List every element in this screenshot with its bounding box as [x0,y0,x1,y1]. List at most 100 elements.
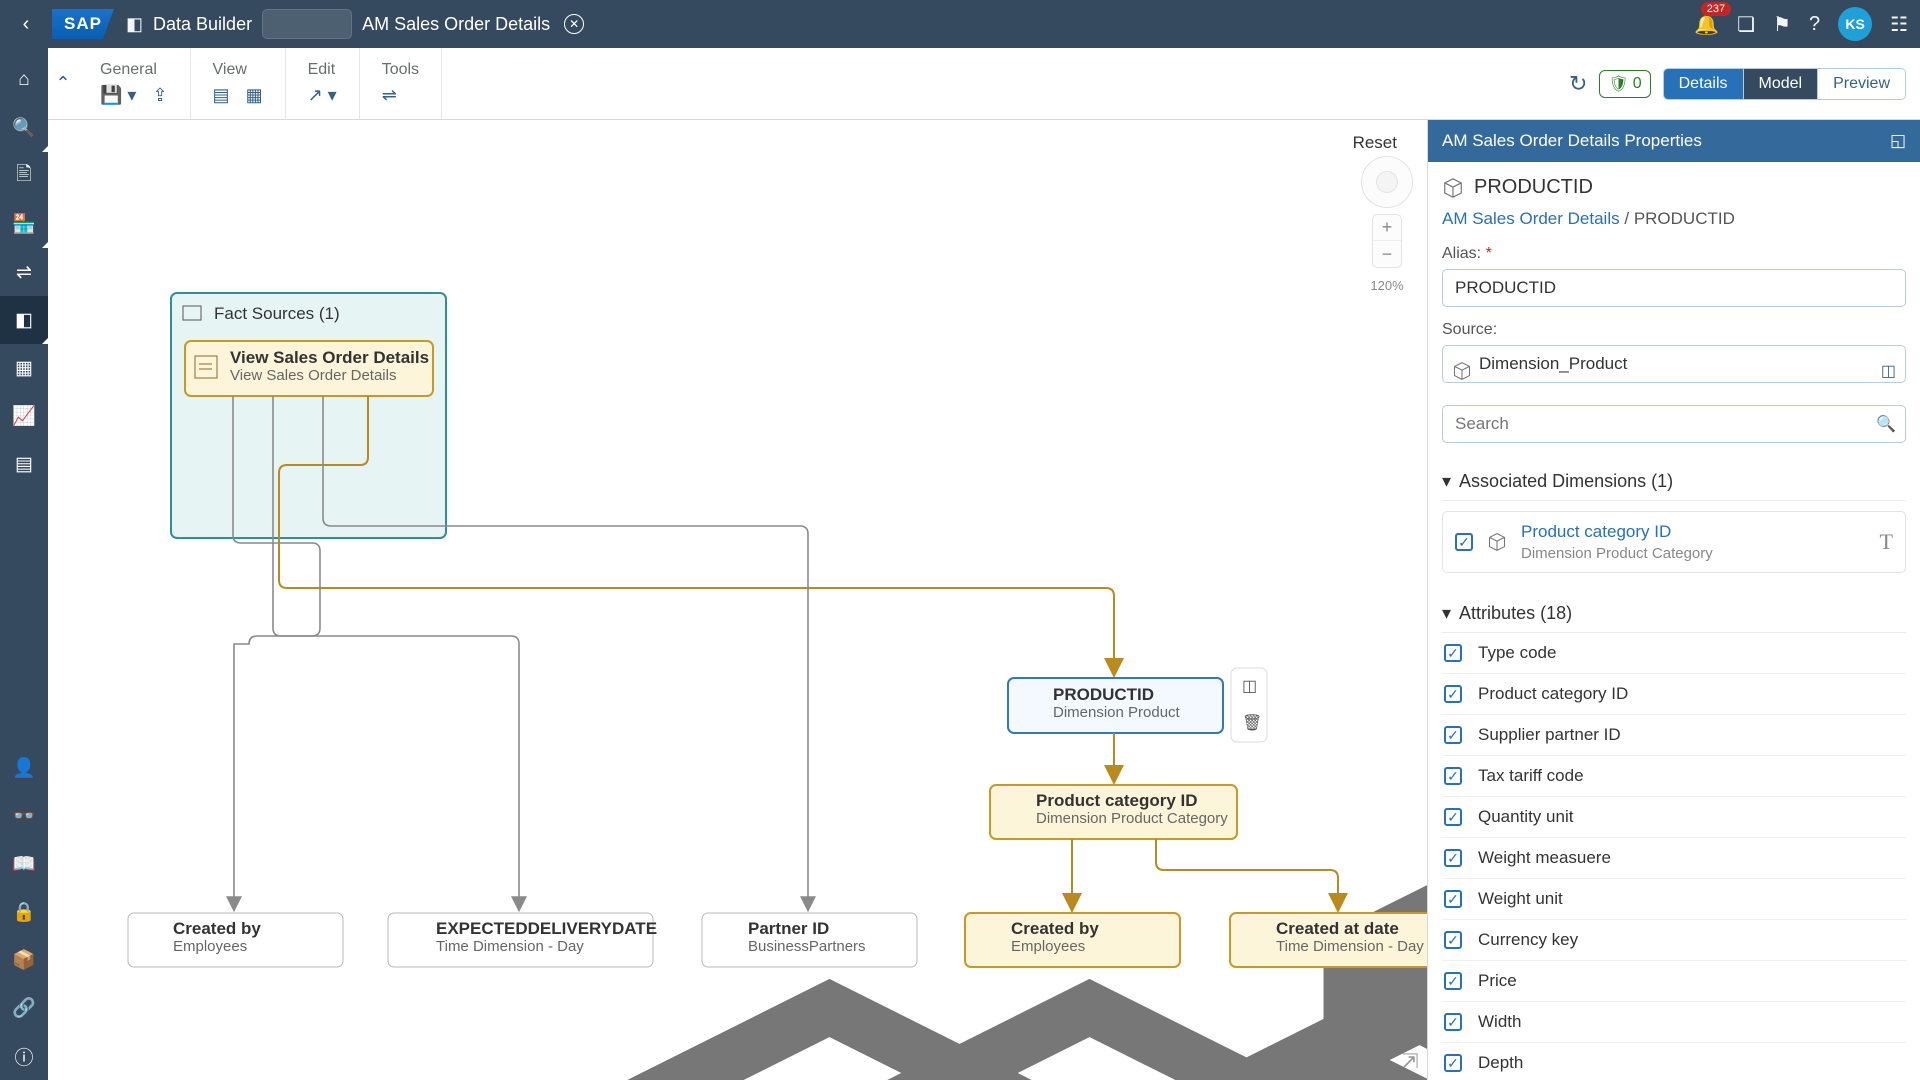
close-tab-icon[interactable]: ✕ [564,14,584,34]
tab-model[interactable]: Model [1743,69,1818,99]
nav-package[interactable]: ▦ [0,344,48,392]
checkbox[interactable] [1444,972,1462,990]
avatar[interactable]: KS [1838,7,1872,41]
pan-control[interactable] [1361,156,1413,208]
attribute-label: Tax tariff code [1478,766,1584,786]
checkbox[interactable] [1444,644,1462,662]
zoom-in-button[interactable]: + [1373,215,1401,241]
cube-icon [1452,361,1472,381]
reset-link[interactable]: Reset [1353,133,1397,153]
nav-home[interactable]: ⌂ [0,56,48,104]
export-button[interactable]: ↗ ▾ [308,85,337,106]
checkbox[interactable] [1444,849,1462,867]
attribute-row[interactable]: Type code [1442,633,1906,674]
nav-marketplace[interactable]: 🏪 [0,200,48,248]
back-button[interactable]: ‹ [12,10,40,38]
nav-users[interactable]: 👤 [0,744,48,792]
checkbox[interactable] [1455,533,1473,551]
canvas-area[interactable]: Reset + − 120% [48,120,1427,1080]
attribute-list: Type codeProduct category ID Supplier par… [1442,633,1906,1080]
shell-bar: ‹ SAP ◧ Data Builder AM Sales Order Deta… [0,0,1920,48]
alias-input[interactable] [1442,269,1906,307]
checkbox[interactable] [1444,685,1462,703]
nav-about[interactable]: ⓘ [0,1032,48,1080]
breadcrumb: AM Sales Order Details / PRODUCTID [1442,209,1906,229]
breadcrumb-app[interactable]: Data Builder [153,14,252,35]
delete-node-icon[interactable]: 🗑 [1242,714,1262,732]
nav-security[interactable]: 🔒 [0,888,48,936]
nav-files[interactable]: 🖹 [0,152,48,200]
checkbox[interactable] [1444,767,1462,785]
zoom-percent: 120% [1370,278,1403,293]
checkbox[interactable] [1444,726,1462,744]
checkbox[interactable] [1444,890,1462,908]
history-icon[interactable]: ↻ [1569,71,1587,97]
section-attributes[interactable]: ▾ Attributes (18) [1442,595,1906,633]
resize-handle-icon[interactable]: ⇱ [1402,1049,1419,1074]
checkbox[interactable] [1444,931,1462,949]
source-input[interactable] [1442,345,1906,383]
nav-share[interactable]: 🔗 [0,984,48,1032]
impact-analysis-button[interactable]: ⇌ [382,85,397,106]
assoc-item[interactable]: Product category ID Dimension Product Ca… [1442,511,1906,573]
attribute-row[interactable]: Product category ID [1442,674,1906,715]
left-nav-rail: ⌂ 🔍 🖹 🏪 ⇌ ◧ ▦ 📈 ▤ 👤 👓 📖 🔒 📦 🔗 ⓘ [0,48,48,1080]
attribute-row[interactable]: Price [1442,961,1906,1002]
help-icon[interactable]: ? [1809,13,1820,36]
svg-text:Dimension Product Category: Dimension Product Category [1036,810,1228,827]
chevron-down-icon: ▾ [1442,471,1451,492]
nav-monitor[interactable]: 📈 [0,392,48,440]
support-icon[interactable]: ⚑ [1773,12,1791,37]
shield-icon: 🛡 [1608,74,1628,94]
tab-details[interactable]: Details [1664,69,1743,99]
attribute-row[interactable]: Width [1442,1002,1906,1043]
attribute-row[interactable]: Weight measuere [1442,838,1906,879]
nav-docs[interactable]: 📖 [0,840,48,888]
deploy-button[interactable]: ⇪ [152,85,167,106]
save-button[interactable]: 💾 ▾ [100,85,136,106]
source-label: Source: [1442,321,1906,339]
text-type-icon: T [1880,529,1893,555]
nav-glasses[interactable]: 👓 [0,792,48,840]
space-selector[interactable] [262,9,352,39]
attribute-row[interactable]: Weight unit [1442,879,1906,920]
fact-group-label: Fact Sources (1) [214,304,340,323]
attribute-row[interactable]: Currency key [1442,920,1906,961]
attribute-row[interactable]: Quantity unit [1442,797,1906,838]
zoom-out-button[interactable]: − [1373,241,1401,267]
cube-icon [1442,177,1464,199]
apps-grid-icon[interactable]: ☷ [1890,12,1908,37]
open-source-icon[interactable]: ◫ [1881,361,1896,381]
expand-panel-icon[interactable]: ◱ [1890,131,1906,151]
nav-flows[interactable]: ⇌ [0,248,48,296]
tab-preview[interactable]: Preview [1817,69,1905,99]
attribute-label: Supplier partner ID [1478,725,1621,745]
inbox-icon[interactable]: ❏ [1737,12,1755,37]
grid-view-button[interactable]: ▦ [246,85,263,106]
checkbox[interactable] [1444,1054,1462,1072]
checkbox[interactable] [1444,1013,1462,1031]
notifications-button[interactable]: 🔔 237 [1694,12,1719,37]
svg-text:BusinessPartners: BusinessPartners [748,938,866,955]
attribute-row[interactable]: Depth [1442,1043,1906,1080]
attribute-row[interactable]: Supplier partner ID [1442,715,1906,756]
collapse-toolbar-icon[interactable]: ⌃ [48,48,78,119]
data-builder-icon: ◧ [126,14,143,35]
breadcrumb-current: PRODUCTID [1634,209,1735,228]
hierarchy-view-button[interactable]: ▤ [213,85,230,106]
nav-data-builder[interactable]: ◧ [0,296,48,344]
breadcrumb-parent[interactable]: AM Sales Order Details [1442,209,1620,228]
nav-search[interactable]: 🔍 [0,104,48,152]
nav-integration[interactable]: ▤ [0,440,48,488]
search-input[interactable] [1442,405,1906,443]
section-associated-dimensions[interactable]: ▾ Associated Dimensions (1) [1442,463,1906,501]
validation-badge[interactable]: 🛡 0 [1599,70,1650,98]
panel-header: AM Sales Order Details Properties [1442,131,1702,151]
checkbox[interactable] [1444,808,1462,826]
svg-text:Created by: Created by [1011,919,1099,938]
attribute-row[interactable]: Tax tariff code [1442,756,1906,797]
svg-text:Employees: Employees [1011,938,1085,955]
nav-transport[interactable]: 📦 [0,936,48,984]
open-node-icon[interactable]: ◫ [1242,678,1257,695]
svg-text:Created by: Created by [173,919,261,938]
